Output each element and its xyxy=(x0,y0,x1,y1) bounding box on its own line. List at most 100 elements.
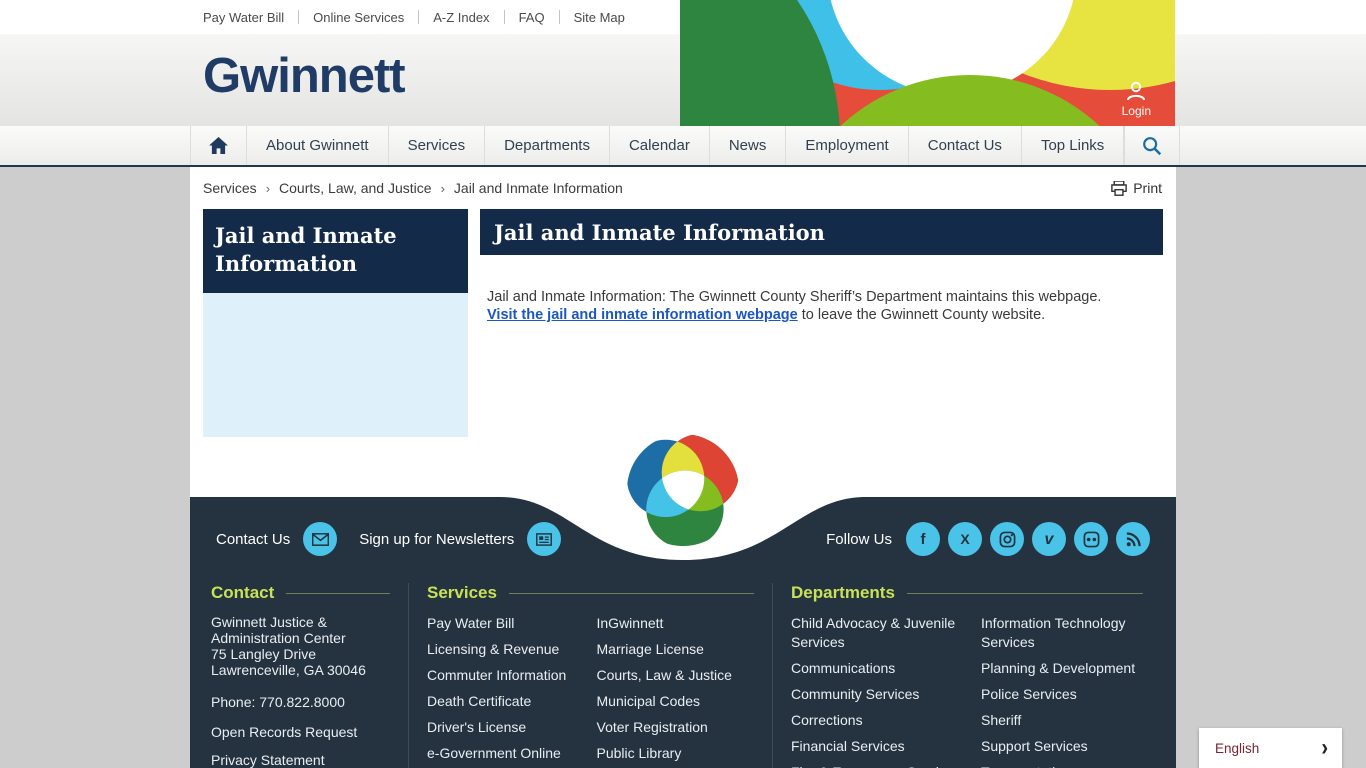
language-selected: English xyxy=(1215,740,1260,756)
footer-link[interactable]: Marriage License xyxy=(597,640,767,659)
nav-item[interactable]: Top Links xyxy=(1022,126,1125,165)
footer-link[interactable]: Death Certificate xyxy=(427,692,597,711)
jail-inmate-webpage-link[interactable]: Visit the jail and inmate information we… xyxy=(487,307,798,323)
footer-link[interactable]: Voter Registration xyxy=(597,718,767,737)
footer-address: Gwinnett Justice & Administration Center 7… xyxy=(211,614,402,678)
footer-departments-heading: Departments xyxy=(791,583,895,602)
footer-link[interactable]: Pay Water Bill xyxy=(427,614,597,633)
svg-text:v: v xyxy=(1045,531,1055,548)
language-selector[interactable]: English › xyxy=(1199,728,1342,768)
nav-item[interactable]: Calendar xyxy=(610,126,710,165)
left-sidebar: Jail and Inmate Information xyxy=(203,209,468,437)
footer-link[interactable]: Information Technology Services xyxy=(981,614,1155,652)
footer-link[interactable]: Public Library xyxy=(597,744,767,763)
address-line: Lawrenceville, GA 30046 xyxy=(211,662,366,678)
nav-home-button[interactable] xyxy=(190,126,247,165)
gwinnett-logo[interactable]: Gwinnett xyxy=(203,48,406,104)
footer-services-column: Services Pay Water Bill Licensing & Reven… xyxy=(409,583,773,768)
search-icon xyxy=(1143,136,1162,155)
footer-services-list-1: Pay Water Bill Licensing & Revenue Commute… xyxy=(427,614,597,768)
footer-link[interactable]: Support Services xyxy=(981,737,1155,756)
svg-text:f: f xyxy=(921,531,927,548)
x-twitter-button[interactable]: X xyxy=(948,522,982,556)
utility-link[interactable]: Site Map xyxy=(545,10,625,25)
utility-link[interactable]: A-Z Index xyxy=(404,10,489,25)
footer-link[interactable]: Driver's License xyxy=(427,718,597,737)
nav-search-button[interactable] xyxy=(1124,126,1181,165)
breadcrumb-courts-law-justice[interactable]: Courts, Law, and Justice xyxy=(279,180,432,196)
footer-link[interactable]: Financial Services xyxy=(791,737,973,756)
footer-link[interactable]: Open Records Request xyxy=(211,724,402,742)
page-title: Jail and Inmate Information xyxy=(480,209,1163,255)
sidebar-title: Jail and Inmate Information xyxy=(203,209,468,293)
instagram-button[interactable] xyxy=(990,522,1024,556)
contact-us-label: Contact Us xyxy=(216,530,291,548)
footer-link[interactable]: Planning & Development xyxy=(981,659,1155,678)
nav-items: About Gwinnett Services Departments Calenda… xyxy=(247,126,1125,165)
footer-region: Contact Us Sign up for Newsletters Follo… xyxy=(0,433,1366,768)
brand-venn-banner: Login xyxy=(680,0,1175,126)
nav-item[interactable]: Departments xyxy=(485,126,610,165)
contact-us-button[interactable] xyxy=(303,522,338,556)
venn-banner-graphic xyxy=(680,0,1175,126)
footer-link[interactable]: Community Services xyxy=(791,685,973,704)
newsletter-signup-button[interactable] xyxy=(527,522,562,556)
utility-link[interactable]: FAQ xyxy=(490,10,545,25)
footer-link[interactable]: Police Services xyxy=(981,685,1155,704)
vimeo-button[interactable]: v xyxy=(1032,522,1066,556)
footer-link[interactable]: Transportation xyxy=(981,763,1155,768)
nav-list xyxy=(190,126,247,165)
footer-link[interactable]: Courts, Law & Justice xyxy=(597,666,767,685)
main-content: Jail and Inmate Information Jail and Inm… xyxy=(480,209,1163,437)
instagram-icon xyxy=(999,531,1015,547)
nav-item[interactable]: News xyxy=(710,126,787,165)
footer-link[interactable]: InGwinnett xyxy=(597,614,767,633)
footer-link[interactable]: Municipal Codes xyxy=(597,692,767,711)
footer-contact-heading: Contact xyxy=(211,583,275,602)
breadcrumb-services[interactable]: Services xyxy=(203,180,257,196)
rss-button[interactable] xyxy=(1116,522,1150,556)
newsletter-label: Sign up for Newsletters xyxy=(359,530,515,548)
footer-departments-column: Departments Child Advocacy & Juvenile Se… xyxy=(773,583,1155,768)
nav-item[interactable]: About Gwinnett xyxy=(247,126,389,165)
newsletter-icon xyxy=(536,532,553,546)
address-line: Gwinnett Justice & xyxy=(211,614,327,630)
address-line: Administration Center xyxy=(211,630,346,646)
utility-link[interactable]: Pay Water Bill xyxy=(203,10,284,25)
print-button[interactable]: Print xyxy=(1111,180,1162,196)
nav-item[interactable]: Services xyxy=(389,126,486,165)
footer-link[interactable]: Sheriff xyxy=(981,711,1155,730)
footer-link[interactable]: Corrections xyxy=(791,711,973,730)
envelope-icon xyxy=(311,532,329,546)
page-body-text: Jail and Inmate Information: The Gwinnet… xyxy=(480,255,1163,324)
site-footer: Contact Us Sign up for Newsletters Follo… xyxy=(190,433,1176,768)
footer-services-list-2: InGwinnett Marriage License Courts, Law & … xyxy=(597,614,767,768)
printer-icon xyxy=(1111,180,1128,196)
user-icon xyxy=(1127,81,1146,101)
utility-links: Pay Water Bill Online Services A-Z Index FA… xyxy=(203,10,625,25)
footer-link[interactable]: Privacy Statement xyxy=(211,752,402,768)
follow-us-label: Follow Us xyxy=(826,530,892,548)
chevron-right-icon: › xyxy=(1321,734,1328,762)
svg-text:X: X xyxy=(960,531,970,547)
footer-departments-list-2: Information Technology Services Planning … xyxy=(981,614,1155,768)
footer-services-heading: Services xyxy=(427,583,497,602)
sidebar-panel xyxy=(203,292,468,437)
utility-link[interactable]: Online Services xyxy=(284,10,404,25)
flickr-icon xyxy=(1083,531,1099,547)
flickr-button[interactable] xyxy=(1074,522,1108,556)
facebook-button[interactable]: f xyxy=(906,522,940,556)
breadcrumb-separator: › xyxy=(440,180,445,196)
footer-link[interactable]: e-Government Online xyxy=(427,744,597,763)
body-text-after-link: to leave the Gwinnett County website. xyxy=(797,307,1046,323)
footer-phone: Phone: 770.822.8000 xyxy=(211,694,345,710)
nav-item[interactable]: Employment xyxy=(786,126,909,165)
login-button[interactable]: Login xyxy=(1122,79,1151,118)
footer-link[interactable]: Fire & Emergency Services xyxy=(791,763,973,768)
nav-item[interactable]: Contact Us xyxy=(909,126,1022,165)
footer-link[interactable]: Child Advocacy & Juvenile Services xyxy=(791,614,973,652)
footer-link[interactable]: Communications xyxy=(791,659,973,678)
address-line: 75 Langley Drive xyxy=(211,646,317,662)
footer-link[interactable]: Licensing & Revenue xyxy=(427,640,597,659)
footer-link[interactable]: Commuter Information xyxy=(427,666,597,685)
